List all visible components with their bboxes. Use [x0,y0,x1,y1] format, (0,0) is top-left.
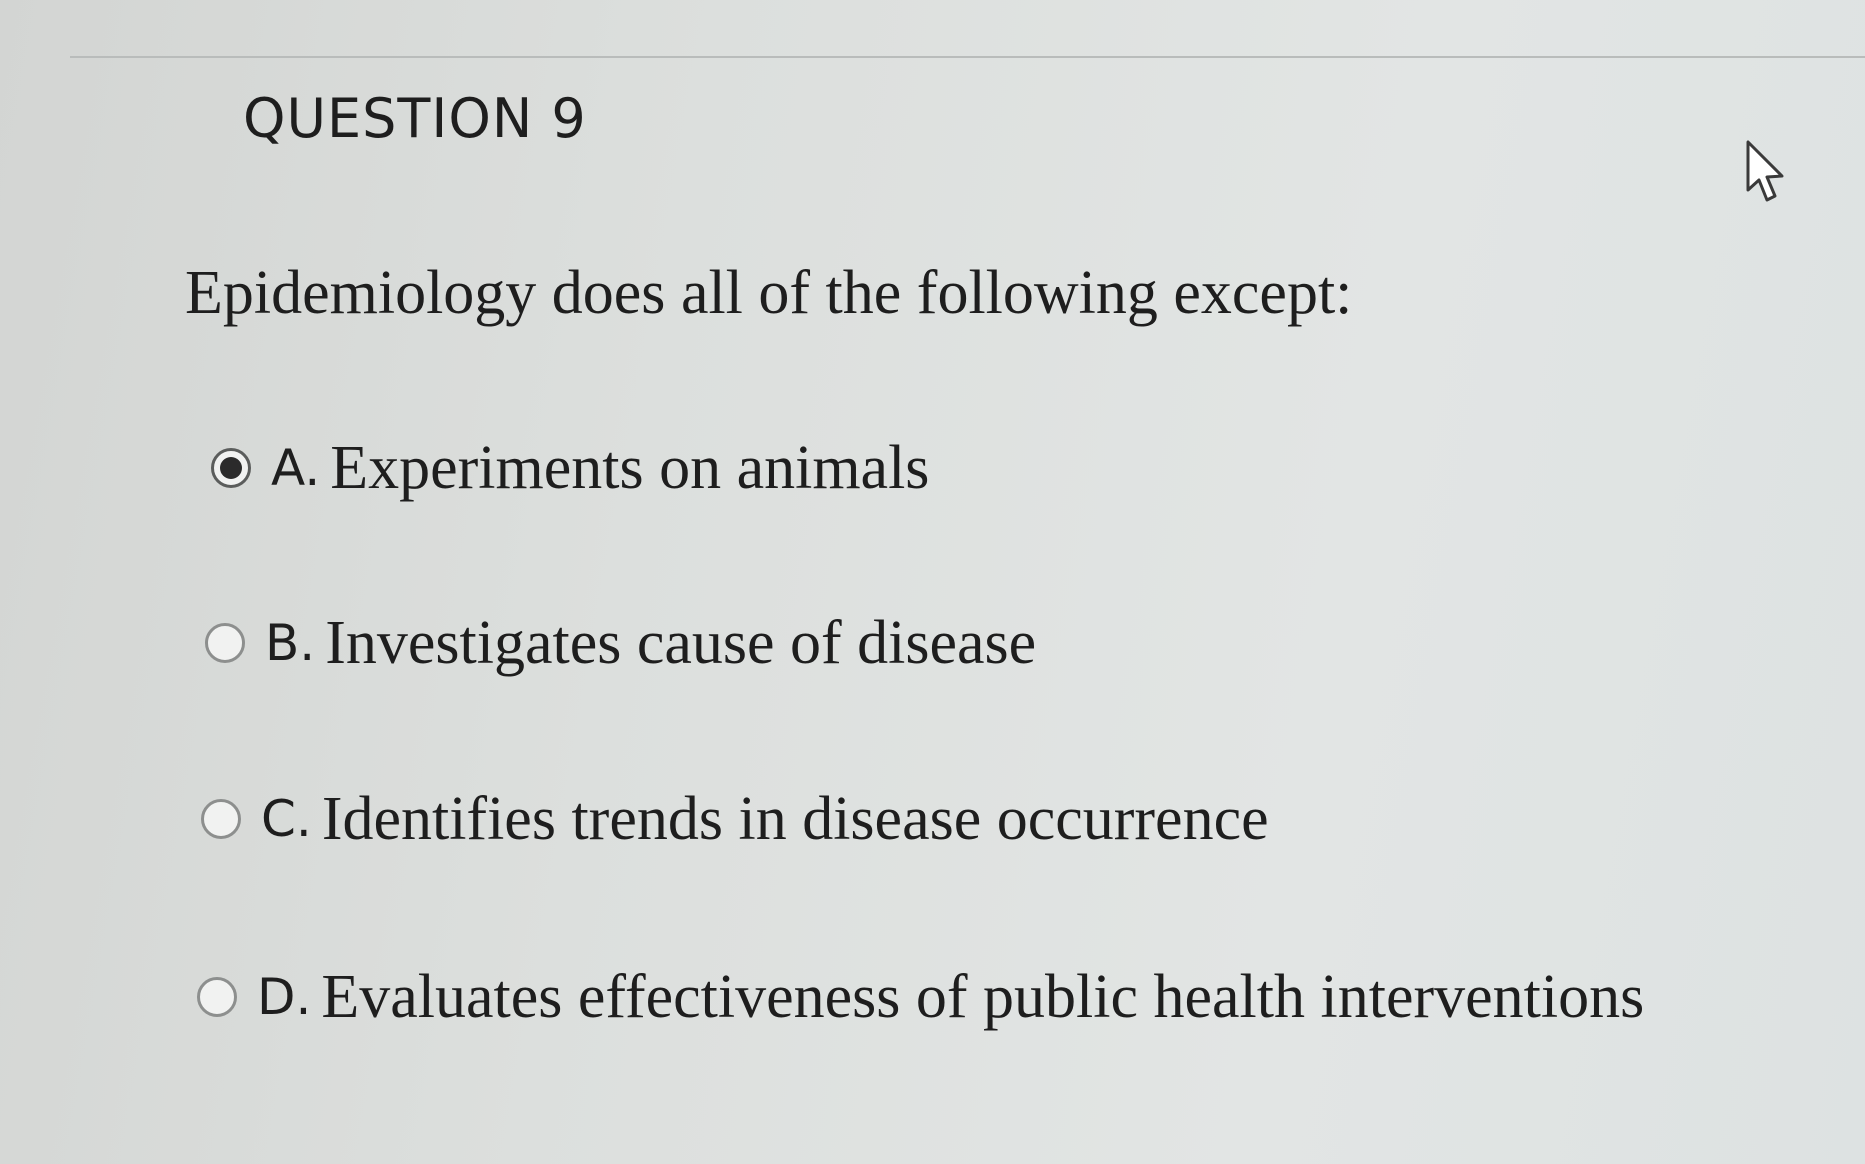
option-letter: A. [271,439,321,497]
radio-selected-dot [220,457,242,479]
radio-button-d[interactable] [197,977,237,1017]
option-letter: B. [265,614,316,672]
option-label: Evaluates effectiveness of public health… [321,963,1645,1031]
option-d[interactable]: D. Evaluates effectiveness of public hea… [197,966,1644,1028]
option-label: Investigates cause of disease [325,609,1037,677]
radio-button-b[interactable] [205,623,245,663]
option-b[interactable]: B. Investigates cause of disease [205,612,1036,674]
option-letter: C. [261,790,312,848]
option-c[interactable]: C. Identifies trends in disease occurren… [201,788,1269,850]
radio-button-c[interactable] [201,799,241,839]
question-text: Epidemiology does all of the following e… [185,259,1353,327]
question-number: QUESTION 9 [243,87,587,150]
option-label: Experiments on animals [330,434,930,502]
radio-button-a[interactable] [211,448,251,488]
mouse-pointer-icon [1746,140,1784,202]
option-a[interactable]: A. Experiments on animals [211,437,929,499]
top-divider [70,56,1865,58]
option-letter: D. [257,968,312,1026]
option-label: Identifies trends in disease occurrence [321,785,1269,853]
